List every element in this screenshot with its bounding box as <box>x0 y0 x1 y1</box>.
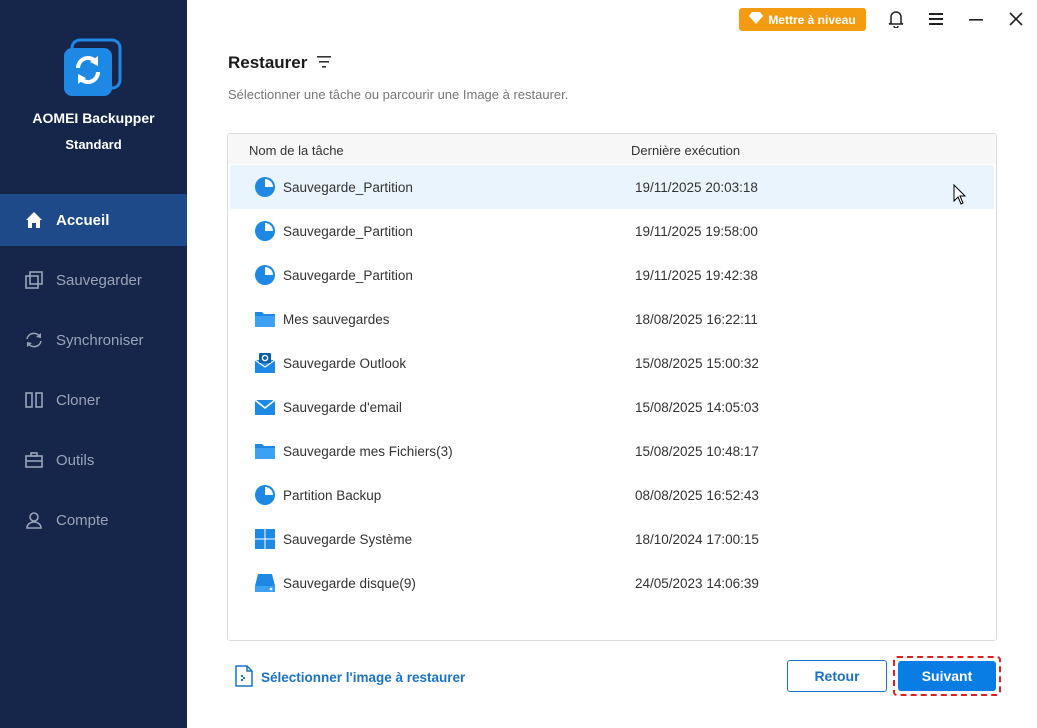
partition-icon <box>254 484 276 506</box>
table-row[interactable]: Sauvegarde disque(9) 24/05/2023 14:06:39 <box>230 561 994 605</box>
upgrade-button[interactable]: Mettre à niveau <box>739 8 866 31</box>
row-name: Sauvegarde_Partition <box>283 224 413 239</box>
page-title: Restaurer <box>228 53 308 72</box>
sidebar-item-label: Compte <box>56 511 109 529</box>
table-row[interactable]: Sauvegarde_Partition 19/11/2025 19:58:00 <box>230 209 994 253</box>
folder-icon <box>254 308 276 330</box>
row-name: Sauvegarde disque(9) <box>283 576 416 591</box>
partition-icon <box>254 176 276 198</box>
user-icon <box>24 510 44 530</box>
page-subtitle: Sélectionner une tâche ou parcourir une … <box>228 87 569 102</box>
table-row[interactable]: Sauvegarde_Partition 19/11/2025 20:03:18 <box>230 165 994 209</box>
row-name: Sauvegarde Système <box>283 532 413 547</box>
select-image-label: Sélectionner l'image à restaurer <box>261 670 466 685</box>
sidebar-item-label: Synchroniser <box>56 331 144 349</box>
row-date: 18/10/2024 17:00:15 <box>635 532 759 547</box>
row-date: 15/08/2025 10:48:17 <box>635 444 759 459</box>
sidebar-item-label: Accueil <box>56 211 110 229</box>
sidebar-item-outils[interactable]: Outils <box>0 430 187 490</box>
row-date: 18/08/2025 16:22:11 <box>635 312 758 327</box>
mouse-cursor-icon <box>953 183 967 211</box>
row-date: 15/08/2025 14:05:03 <box>635 400 759 415</box>
upgrade-label: Mettre à niveau <box>768 12 856 27</box>
table-row[interactable]: Mes sauvegardes 18/08/2025 16:22:11 <box>230 297 994 341</box>
menu-icon[interactable] <box>927 10 945 28</box>
backup-icon <box>24 270 44 290</box>
app-name: AOMEI Backupper <box>32 110 155 126</box>
sidebar-item-compte[interactable]: Compte <box>0 490 187 550</box>
back-button[interactable]: Retour <box>787 660 887 692</box>
minimize-icon[interactable] <box>967 10 985 28</box>
folder-icon <box>254 440 276 462</box>
row-name: Sauvegarde Outlook <box>283 356 407 371</box>
task-table: Nom de la tâche Dernière exécution Sauve… <box>227 133 997 641</box>
row-date: 19/11/2025 19:42:38 <box>635 268 758 283</box>
sidebar-nav: Accueil Sauvegarder Synchroniser Cloner … <box>0 194 187 550</box>
table-row[interactable]: Sauvegarde_Partition 19/11/2025 19:42:38 <box>230 253 994 297</box>
outlook-icon <box>254 352 276 374</box>
table-row[interactable]: Sauvegarde Système 18/10/2024 17:00:15 <box>230 517 994 561</box>
close-icon[interactable] <box>1007 10 1025 28</box>
row-date: 15/08/2025 15:00:32 <box>635 356 759 371</box>
filter-icon[interactable] <box>317 55 331 73</box>
windows-icon <box>254 528 276 550</box>
diamond-icon <box>749 12 764 27</box>
mail-icon <box>254 396 276 418</box>
table-row[interactable]: Sauvegarde Outlook 15/08/2025 15:00:32 <box>230 341 994 385</box>
file-image-icon <box>235 665 253 690</box>
row-name: Sauvegarde_Partition <box>283 268 413 283</box>
row-name: Partition Backup <box>283 488 382 503</box>
sidebar-item-sauvegarder[interactable]: Sauvegarder <box>0 250 187 310</box>
row-name: Sauvegarde mes Fichiers(3) <box>283 444 453 459</box>
disk-icon <box>254 572 276 594</box>
app-logo-icon <box>62 38 124 100</box>
row-date: 08/08/2025 16:52:43 <box>635 488 759 503</box>
partition-icon <box>254 220 276 242</box>
clone-icon <box>24 390 44 410</box>
row-date: 19/11/2025 20:03:18 <box>635 180 758 195</box>
sidebar-item-label: Outils <box>56 451 95 469</box>
next-button[interactable]: Suivant <box>898 661 996 691</box>
app-edition: Standard <box>65 137 122 152</box>
home-icon <box>24 210 44 230</box>
bell-icon[interactable] <box>887 10 905 28</box>
sidebar-item-label: Sauvegarder <box>56 271 142 289</box>
sidebar-item-synchroniser[interactable]: Synchroniser <box>0 310 187 370</box>
table-row[interactable]: Sauvegarde mes Fichiers(3) 15/08/2025 10… <box>230 429 994 473</box>
row-name: Sauvegarde_Partition <box>283 180 413 195</box>
sidebar-item-accueil[interactable]: Accueil <box>0 194 187 246</box>
row-name: Sauvegarde d'email <box>283 400 402 415</box>
sidebar: AOMEI Backupper Standard Accueil Sauvega… <box>0 0 187 728</box>
tools-icon <box>24 450 44 470</box>
select-image-link[interactable]: Sélectionner l'image à restaurer <box>235 665 465 690</box>
row-date: 19/11/2025 19:58:00 <box>635 224 758 239</box>
next-button-highlight: Suivant <box>893 656 1001 696</box>
column-header-name: Nom de la tâche <box>249 143 344 158</box>
table-row[interactable]: Partition Backup 08/08/2025 16:52:43 <box>230 473 994 517</box>
sync-icon <box>24 330 44 350</box>
partition-icon <box>254 264 276 286</box>
table-row[interactable]: Sauvegarde d'email 15/08/2025 14:05:03 <box>230 385 994 429</box>
column-header-last-run: Dernière exécution <box>631 143 741 158</box>
sidebar-item-cloner[interactable]: Cloner <box>0 370 187 430</box>
table-header: Nom de la tâche Dernière exécution <box>228 134 996 164</box>
sidebar-item-label: Cloner <box>56 391 101 409</box>
row-name: Mes sauvegardes <box>283 312 390 327</box>
row-date: 24/05/2023 14:06:39 <box>635 576 759 591</box>
